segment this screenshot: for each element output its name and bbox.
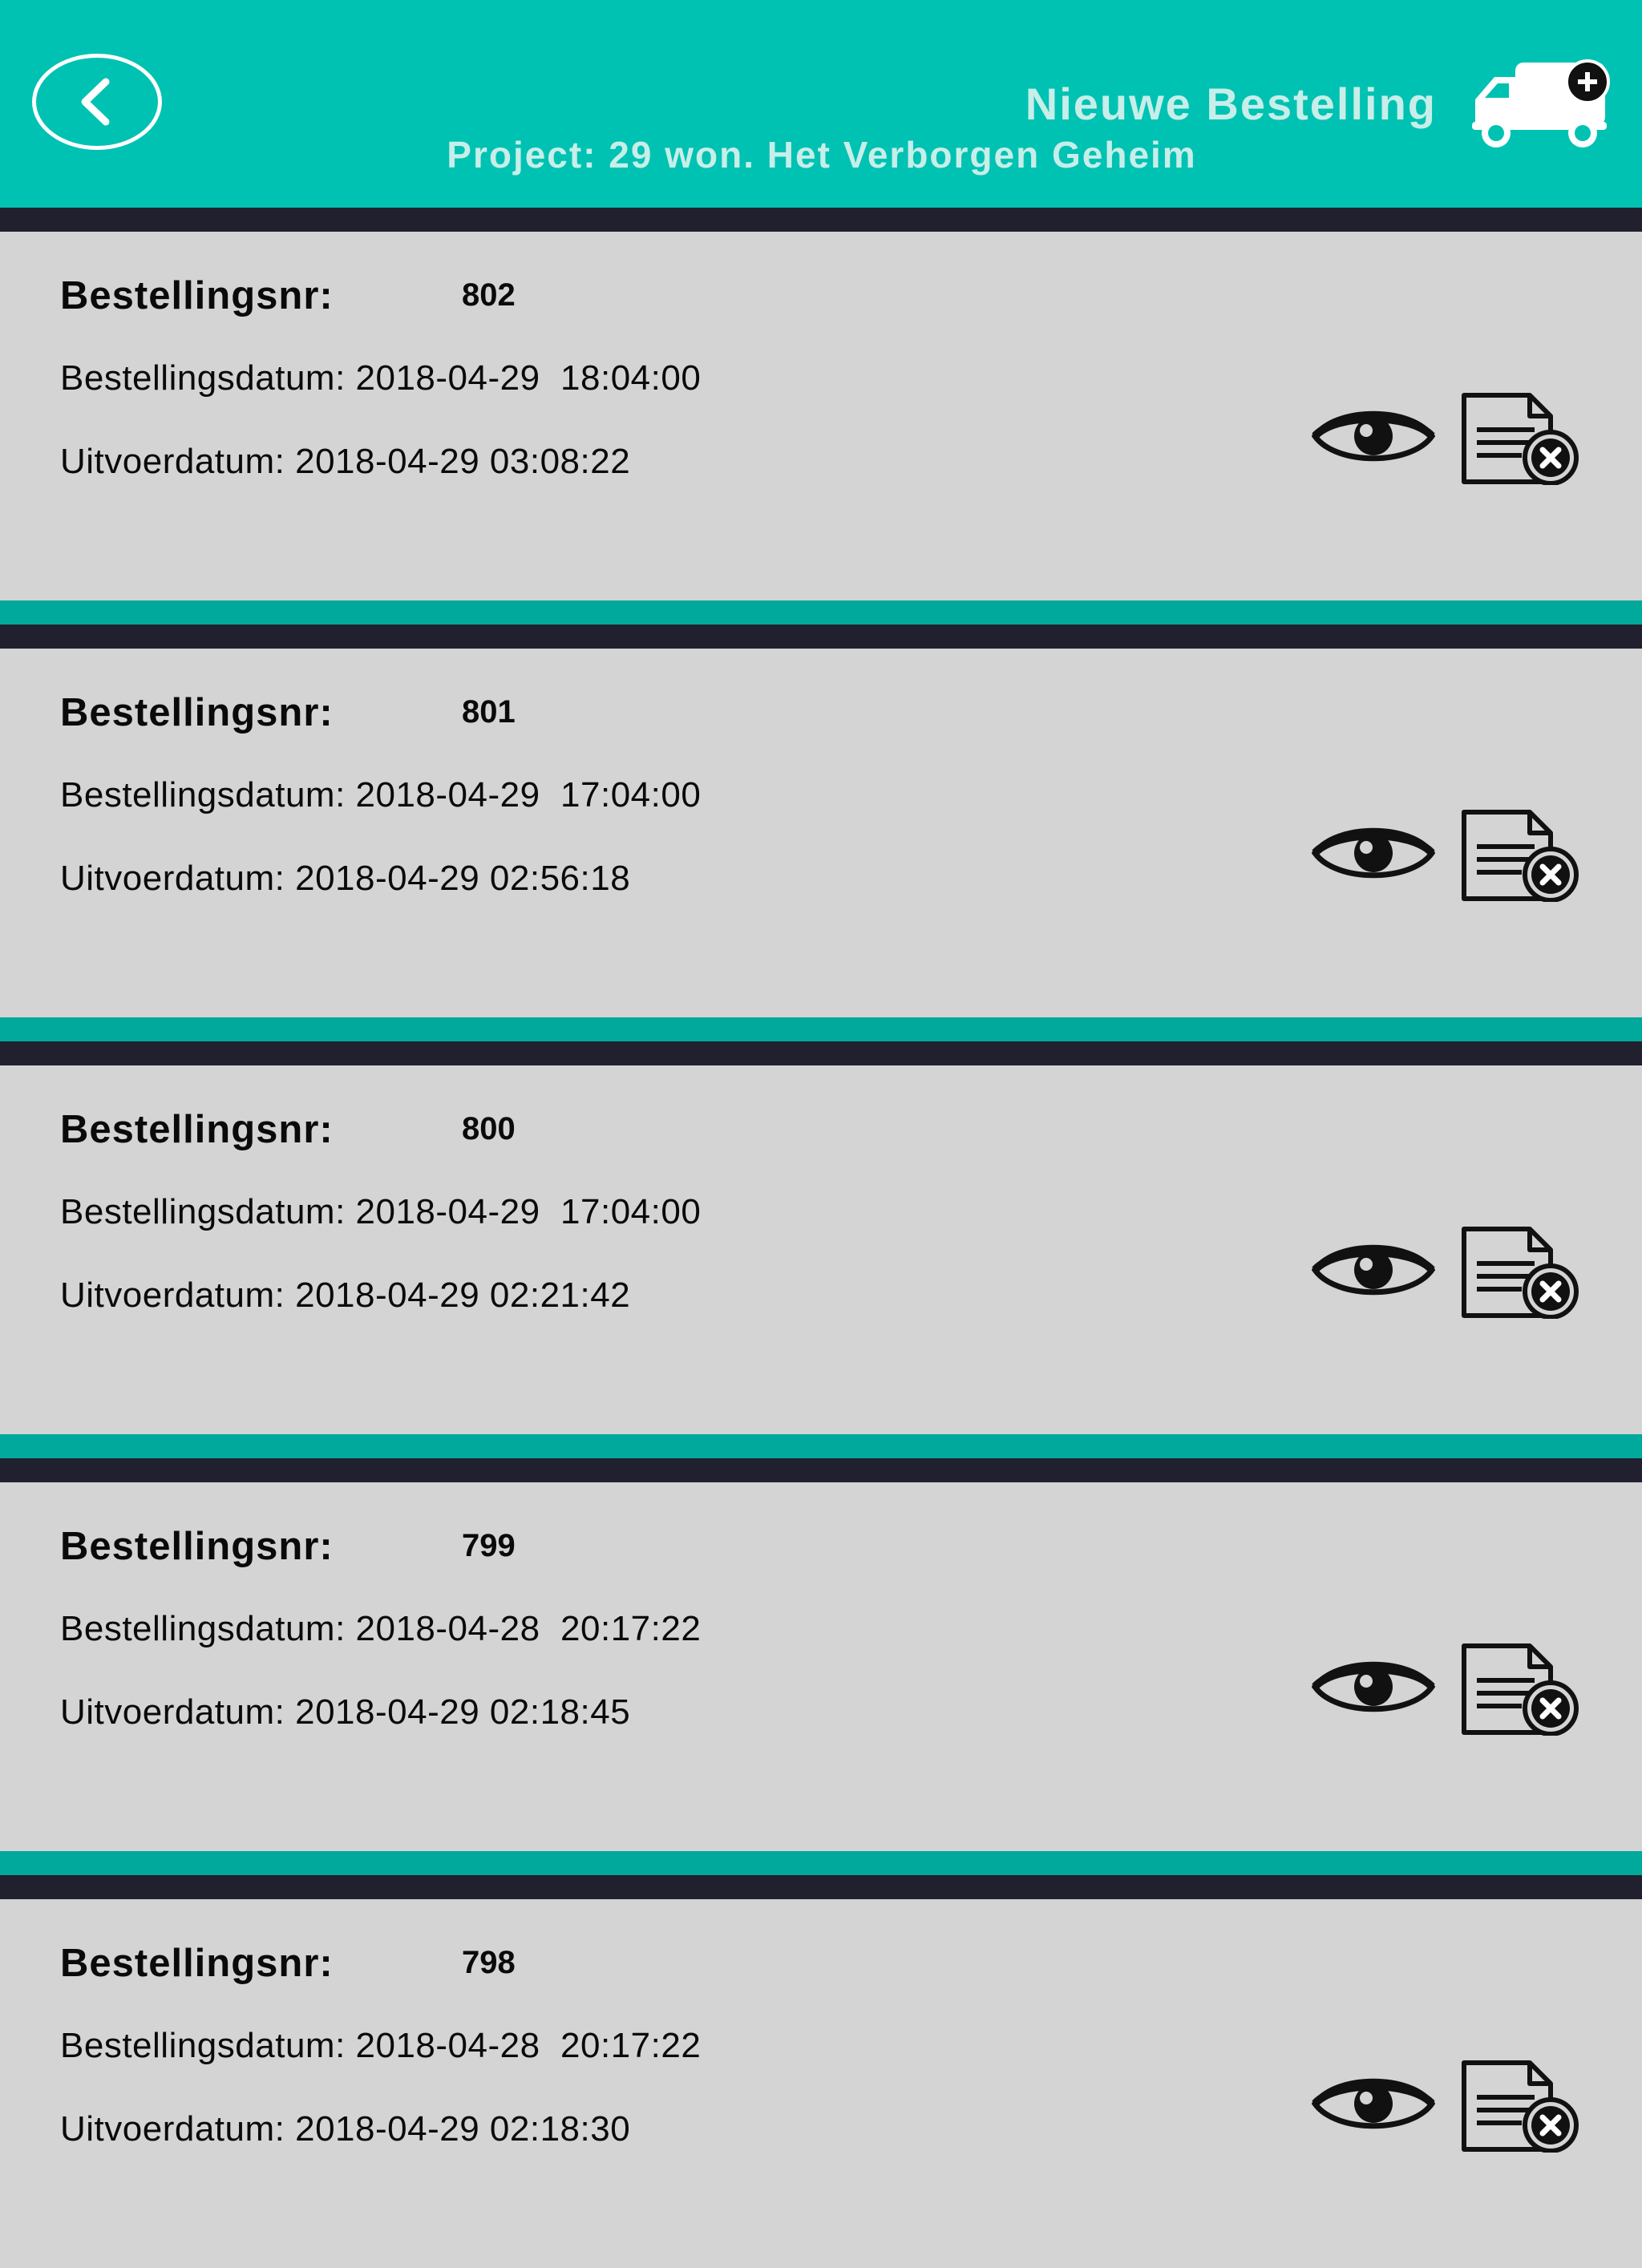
order-date: Bestellingsdatum: 2018-04-28 20:17:22 <box>60 2026 702 2065</box>
cancel-order-button[interactable] <box>1461 1226 1584 1319</box>
separator-teal <box>0 1851 1642 1875</box>
order-number: 798 <box>462 1945 516 1980</box>
document-cancel-icon <box>1462 1643 1579 1736</box>
view-order-button[interactable] <box>1312 2068 1435 2140</box>
order-number-label: Bestellingsnr: <box>60 691 334 734</box>
order-number: 801 <box>462 694 516 730</box>
order-separator <box>0 1434 1642 1482</box>
order-number: 799 <box>462 1528 516 1563</box>
separator-dark <box>0 1041 1642 1065</box>
order-card: Bestellingsnr: 799 Bestellingsdatum: 201… <box>0 1482 1642 1851</box>
order-date: Bestellingsdatum: 2018-04-29 17:04:00 <box>60 1192 702 1231</box>
eye-icon <box>1312 2078 1435 2129</box>
cancel-order-button[interactable] <box>1461 392 1584 485</box>
separator-teal <box>0 1434 1642 1458</box>
page-title: Nieuwe Bestelling <box>1025 79 1437 129</box>
order-number-label: Bestellingsnr: <box>60 274 334 317</box>
document-cancel-icon <box>1462 2060 1579 2153</box>
order-separator <box>0 1017 1642 1065</box>
order-number: 800 <box>462 1111 516 1146</box>
document-cancel-icon <box>1462 810 1579 902</box>
order-card: Bestellingsnr: 800 Bestellingsdatum: 201… <box>0 1065 1642 1434</box>
order-separator <box>0 600 1642 649</box>
separator-dark <box>0 625 1642 649</box>
eye-icon <box>1312 1661 1435 1712</box>
execution-date: Uitvoerdatum: 2018-04-29 02:21:42 <box>60 1275 631 1315</box>
document-cancel-icon <box>1462 393 1579 485</box>
eye-icon <box>1312 410 1435 462</box>
chevron-left-icon <box>81 78 110 126</box>
execution-date: Uitvoerdatum: 2018-04-29 02:18:30 <box>60 2109 631 2149</box>
separator-teal <box>0 1017 1642 1041</box>
execution-date: Uitvoerdatum: 2018-04-29 02:18:45 <box>60 1692 631 1732</box>
order-number-label: Bestellingsnr: <box>60 1108 334 1151</box>
app-header: Nieuwe Bestelling Project: 29 won. Het V… <box>0 0 1642 208</box>
back-button[interactable] <box>32 54 162 150</box>
cancel-order-button[interactable] <box>1461 1643 1584 1736</box>
order-date: Bestellingsdatum: 2018-04-29 18:04:00 <box>60 358 702 398</box>
order-list: Bestellingsnr: 802 Bestellingsdatum: 201… <box>0 232 1642 2268</box>
order-separator <box>0 1851 1642 1899</box>
order-number: 802 <box>462 277 516 313</box>
eye-icon <box>1312 1244 1435 1296</box>
cancel-order-button[interactable] <box>1461 809 1584 902</box>
view-order-button[interactable] <box>1312 817 1435 889</box>
order-date: Bestellingsdatum: 2018-04-29 17:04:00 <box>60 775 702 815</box>
project-subtitle: Project: 29 won. Het Verborgen Geheim <box>447 134 1197 176</box>
separator-dark <box>0 1875 1642 1899</box>
new-order-button[interactable] <box>1469 58 1613 152</box>
view-order-button[interactable] <box>1312 1651 1435 1723</box>
order-card: Bestellingsnr: 802 Bestellingsdatum: 201… <box>0 232 1642 600</box>
order-number-label: Bestellingsnr: <box>60 1942 334 1985</box>
document-cancel-icon <box>1462 1227 1579 1319</box>
order-card: Bestellingsnr: 801 Bestellingsdatum: 201… <box>0 649 1642 1017</box>
separator-teal <box>0 600 1642 625</box>
eye-icon <box>1312 827 1435 879</box>
separator-dark <box>0 1458 1642 1482</box>
view-order-button[interactable] <box>1312 400 1435 472</box>
view-order-button[interactable] <box>1312 1234 1435 1306</box>
delivery-truck-plus-icon <box>1472 59 1610 148</box>
order-number-label: Bestellingsnr: <box>60 1525 334 1568</box>
order-date: Bestellingsdatum: 2018-04-28 20:17:22 <box>60 1609 702 1648</box>
header-divider <box>0 208 1642 232</box>
cancel-order-button[interactable] <box>1461 2060 1584 2153</box>
execution-date: Uitvoerdatum: 2018-04-29 02:56:18 <box>60 859 631 898</box>
execution-date: Uitvoerdatum: 2018-04-29 03:08:22 <box>60 442 631 481</box>
order-card: Bestellingsnr: 798 Bestellingsdatum: 201… <box>0 1899 1642 2268</box>
